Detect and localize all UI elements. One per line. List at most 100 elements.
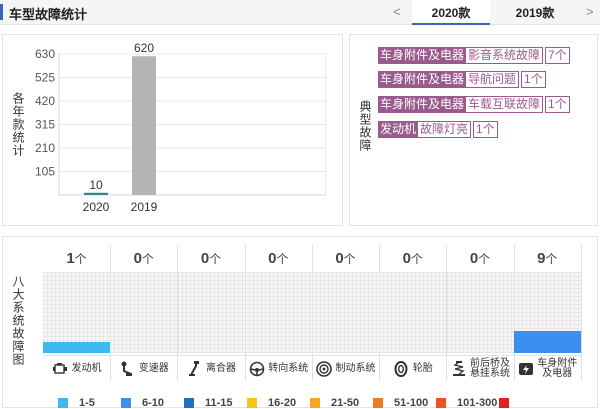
typical-fault-name: 导航问题 <box>466 71 520 88</box>
system-fault-count: 9个 <box>514 250 581 267</box>
typical-fault-name: 影音系统故障 <box>466 47 544 64</box>
system-fault-plot <box>110 272 178 353</box>
system-count-value: 0 <box>200 250 210 267</box>
system-column[interactable]: 0个轮胎 <box>379 245 448 382</box>
system-name: 前后桥及 悬挂系统 <box>470 358 510 379</box>
engine-icon <box>52 361 69 378</box>
year-chart-value-label: 620 <box>134 41 154 55</box>
year-chart: 105 210 315 420 525 630 10 2020 620 2019 <box>35 41 326 214</box>
system-column[interactable]: 0个前后桥及 悬挂系统 <box>446 245 515 382</box>
typical-fault-item[interactable]: 车身附件及电器 车载互联故障 1个 <box>378 96 570 113</box>
legend-item <box>499 397 562 409</box>
system-fault-count: 1个 <box>43 250 110 267</box>
system-fault-plot <box>244 272 312 353</box>
legend-swatch <box>121 398 131 408</box>
system-fault-plot <box>312 272 379 353</box>
tire-icon <box>393 361 410 378</box>
legend-item: 1-5 <box>58 397 121 409</box>
typical-fault-category: 发动机 <box>378 121 419 138</box>
legend-item: 101-300 <box>436 397 499 409</box>
legend: 1-5 6-10 11-15 16-20 21-50 51-100 101-300 <box>58 397 562 409</box>
system-count-unit: 个 <box>74 252 87 266</box>
system-name: 发动机 <box>71 363 102 374</box>
system-column[interactable]: 1个发动机 <box>43 245 111 381</box>
system-count-unit: 个 <box>343 252 356 266</box>
tab-2019[interactable]: 2019款 <box>496 0 574 24</box>
typical-fault-category: 车身附件及电器 <box>378 96 467 113</box>
year-chart-category-label: 2019 <box>131 200 158 214</box>
system-label: 制动系统 <box>312 355 379 382</box>
system-column[interactable]: 0个转向系统 <box>244 245 313 382</box>
typical-fault-name: 车载互联故障 <box>466 96 544 113</box>
legend-label: 6-10 <box>142 397 165 409</box>
typical-fault-item[interactable]: 发动机 故障灯亮 1个 <box>378 121 498 138</box>
system-label: 轮胎 <box>379 355 447 382</box>
system-label: 转向系统 <box>244 355 312 382</box>
year-chart-ytick: 630 <box>35 47 55 61</box>
system-label: 前后桥及 悬挂系统 <box>446 355 514 382</box>
systems-label: 八大系统故障图 <box>11 275 25 366</box>
system-fault-count: 0个 <box>110 250 177 267</box>
system-fault-count: 0个 <box>447 250 514 267</box>
header-accent <box>0 4 3 20</box>
tab-2020[interactable]: 2020款 <box>412 0 490 25</box>
legend-item: 6-10 <box>121 397 184 409</box>
legend-swatch <box>247 398 257 408</box>
system-count-unit: 个 <box>478 252 491 266</box>
system-fault-bar <box>513 331 581 353</box>
prev-arrow-button[interactable]: < <box>393 4 401 19</box>
page-title: 车型故障统计 <box>9 7 88 22</box>
legend-swatch <box>310 398 320 408</box>
system-count-unit: 个 <box>410 252 423 266</box>
system-name: 变速器 <box>138 363 169 374</box>
year-chart-ytick: 210 <box>35 141 55 155</box>
system-column[interactable]: 9个 车身附件 及电器 <box>513 245 582 381</box>
year-chart-value-label: 10 <box>89 178 103 192</box>
system-count-unit: 个 <box>545 252 558 266</box>
typical-faults-label: 典型故障 <box>358 100 372 152</box>
system-name: 离合器 <box>206 363 236 374</box>
system-label: 发动机 <box>43 355 110 382</box>
legend-label: 51-100 <box>394 397 429 409</box>
system-count-unit: 个 <box>209 252 222 266</box>
brake-disc-icon <box>316 361 333 378</box>
year-chart-ytick: 105 <box>35 165 55 179</box>
system-count-value: 1 <box>66 250 75 267</box>
year-chart-bar-2020[interactable] <box>84 192 108 195</box>
system-count-unit: 个 <box>276 252 289 266</box>
system-column[interactable]: 0个 制动系统 <box>312 245 380 381</box>
typical-fault-name: 故障灯亮 <box>418 121 472 138</box>
typical-fault-item[interactable]: 车身附件及电器 导航问题 1个 <box>378 71 546 88</box>
typical-fault-count: 1个 <box>545 96 570 113</box>
typical-fault-count: 1个 <box>473 121 498 138</box>
legend-label: 101-300 <box>457 397 498 409</box>
typical-fault-item[interactable]: 车身附件及电器 影音系统故障 7个 <box>378 47 570 64</box>
year-chart-bar-2019[interactable] <box>132 56 156 195</box>
suspension-icon <box>450 361 467 378</box>
typical-fault-category: 车身附件及电器 <box>378 47 467 64</box>
system-count-value: 0 <box>469 250 479 267</box>
next-arrow-button[interactable]: > <box>586 4 594 19</box>
year-chart-ytick: 420 <box>35 94 55 108</box>
year-chart-category-label: 2020 <box>83 200 110 214</box>
typical-fault-category: 车身附件及电器 <box>378 71 467 88</box>
system-fault-count: 0个 <box>245 250 312 267</box>
year-chart-ytick: 525 <box>35 71 55 85</box>
steering-wheel-icon <box>248 361 265 378</box>
system-label: 离合器 <box>177 355 245 382</box>
system-fault-plot <box>513 272 581 353</box>
systems-grid: 1个 发动机 0个 变速器 0个 离合器 0个 转向系统 0个 制动系统 0个 轮胎 0个 前后桥及 悬挂系… <box>43 245 582 382</box>
year-chart-ytick: 315 <box>35 118 55 132</box>
system-fault-plot <box>177 272 245 353</box>
legend-label: 11-15 <box>205 397 233 409</box>
system-fault-plot <box>446 272 514 353</box>
legend-item: 21-50 <box>310 397 373 409</box>
legend-label: 1-5 <box>79 397 95 409</box>
legend-swatch <box>373 398 383 408</box>
typical-fault-count: 7个 <box>545 47 570 64</box>
legend-swatch <box>58 398 68 408</box>
system-count-value: 0 <box>402 250 411 267</box>
system-count-unit: 个 <box>141 252 154 266</box>
system-column[interactable]: 0个离合器 <box>177 245 246 382</box>
system-column[interactable]: 0个变速器 <box>110 245 179 381</box>
